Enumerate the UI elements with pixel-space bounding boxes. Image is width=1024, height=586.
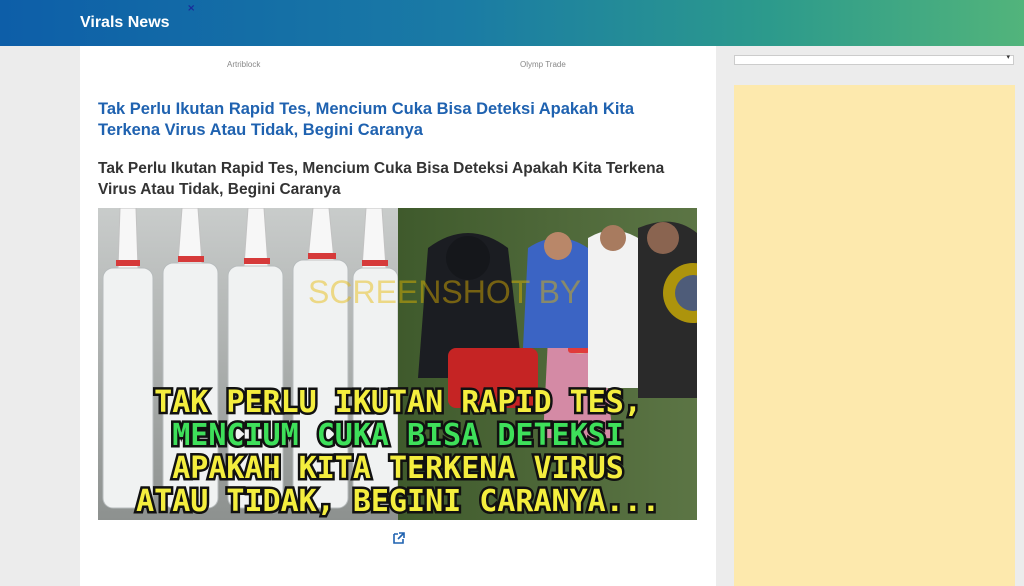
sidebar-dropdown[interactable]: ▾ <box>734 53 1014 65</box>
caption-line-2: MENCIUM CUKA BISA DETEKSI <box>172 418 624 453</box>
hero-image-graphic: SCREENSHOT BY TAK PERLU IKUTAN RAPID TES… <box>98 208 697 520</box>
article-hero-image[interactable]: SCREENSHOT BY TAK PERLU IKUTAN RAPID TES… <box>98 208 697 520</box>
ad-labels-row: Artriblock Olymp Trade <box>80 60 716 72</box>
article-headline[interactable]: Tak Perlu Ikutan Rapid Tes, Mencium Cuka… <box>98 99 688 141</box>
watermark-text: SCREENSHOT BY <box>308 274 581 310</box>
caption-line-3: APAKAH KITA TERKENA VIRUS <box>172 451 624 486</box>
article-subheading: Tak Perlu Ikutan Rapid Tes, Mencium Cuka… <box>98 160 665 198</box>
ad-label-olymp-trade[interactable]: Olymp Trade <box>520 60 566 69</box>
caption-line-1: TAK PERLU IKUTAN RAPID TES, <box>154 385 642 420</box>
chevron-down-icon: ▾ <box>1006 53 1010 61</box>
article-container: Artriblock Olymp Trade Tak Perlu Ikutan … <box>80 46 716 586</box>
site-brand[interactable]: Virals News <box>80 14 170 32</box>
top-navbar: Virals News × <box>0 0 1024 46</box>
close-icon[interactable]: × <box>187 3 195 14</box>
sidebar-ad-banner[interactable] <box>734 85 1015 586</box>
caption-line-4: ATAU TIDAK, BEGINI CARANYA... <box>136 484 660 519</box>
ad-label-artriblock[interactable]: Artriblock <box>227 60 260 69</box>
external-link-icon[interactable] <box>392 531 406 545</box>
